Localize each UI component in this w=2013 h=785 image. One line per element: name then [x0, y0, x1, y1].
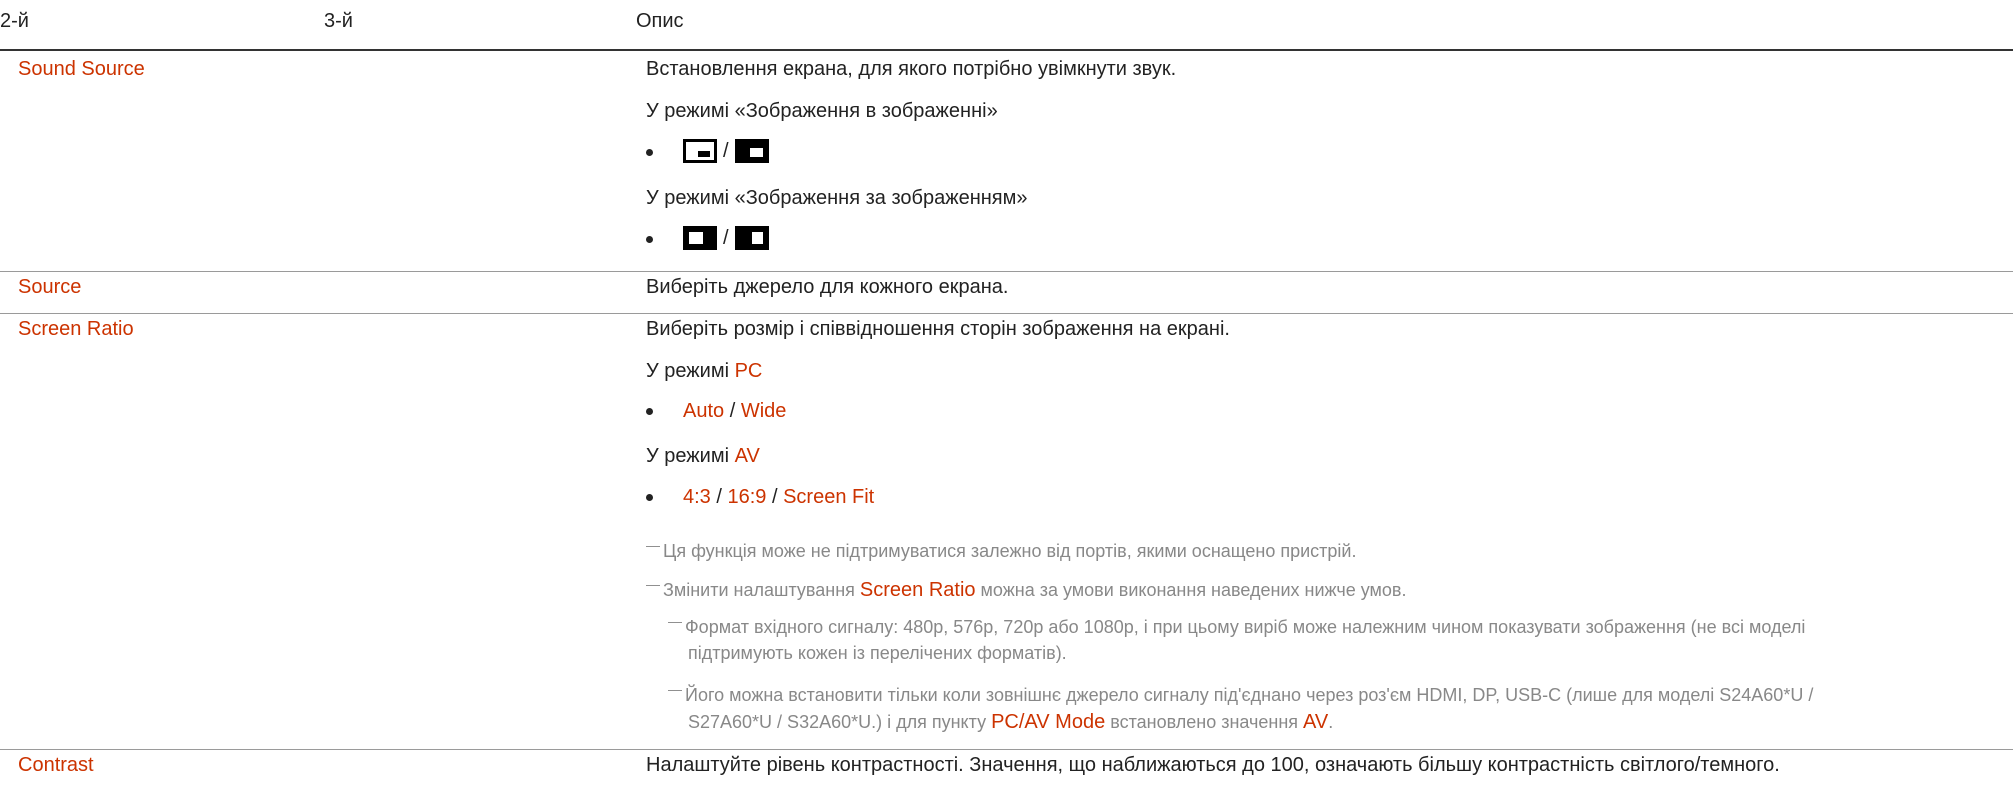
separator: / [724, 400, 741, 422]
pbp-mode-label: У режимі «Зображення за зображенням» [646, 187, 1028, 209]
subnote-text: . [1328, 712, 1334, 732]
pc-mode-name: PC [734, 360, 763, 382]
option-screen-fit: Screen Fit [783, 486, 875, 508]
av-value: AV [1303, 711, 1329, 733]
pbp-right-main-icon [734, 226, 769, 250]
row-name-source: Source [18, 276, 82, 298]
pbp-left-main-icon [683, 226, 717, 250]
note-dash-icon: — [646, 576, 660, 592]
note-port-support: — Ця функція може не підтримуватися залеж… [646, 533, 1356, 563]
row-name-screen-ratio: Screen Ratio [18, 318, 134, 340]
bullet [646, 494, 653, 501]
source-description: Виберіть джерело для кожного екрана. [646, 276, 1009, 298]
subnote-text: S27A60*U / S32A60*U.) і для пункту [688, 712, 992, 732]
subnote-input-format: — Формат вхідного сигналу: 480p, 576p, 72… [668, 609, 1805, 639]
note-dash-icon: — [668, 613, 682, 629]
subnote-external-source-cont: S27A60*U / S32A60*U.) і для пункту PC/AV… [688, 710, 1333, 734]
separator: / [766, 486, 784, 508]
separator: / [723, 139, 729, 162]
note-dash-icon: — [646, 537, 660, 553]
bullet [646, 236, 653, 243]
row-name-sound-source: Sound Source [18, 58, 145, 80]
bullet [646, 408, 653, 415]
note-change-conditions: — Змінити налаштування Screen Ratio можна… [646, 572, 1406, 602]
pc-av-mode-link: PC/AV Mode [991, 711, 1106, 733]
av-options: 4:3 / 16:9 / Screen Fit [683, 485, 874, 509]
av-mode-label: У режимі AV [646, 444, 760, 468]
pc-options: Auto / Wide [683, 399, 786, 423]
bullet [646, 149, 653, 156]
note-text: Змінити налаштування [663, 580, 860, 600]
pip-icon-group: / [683, 139, 769, 163]
separator: / [723, 226, 729, 249]
row-name-contrast: Contrast [18, 754, 94, 776]
pip-large-window-icon [734, 139, 769, 163]
note-text: Ця функція може не підтримуватися залежн… [663, 541, 1357, 561]
note-text: можна за умови виконання наведених нижче… [975, 580, 1407, 600]
pip-small-window-icon [683, 139, 717, 163]
separator: / [710, 486, 728, 508]
screen-ratio-description: Виберіть розмір і співвідношення сторін … [646, 318, 1230, 340]
subnote-input-format-cont: підтримують кожен із перелічених форматі… [688, 643, 1067, 663]
pc-mode-prefix: У режимі [646, 360, 735, 382]
subnote-text: встановлено значення [1105, 712, 1304, 732]
option-auto: Auto [683, 400, 725, 422]
header-divider [0, 49, 2013, 51]
pc-mode-label: У режимі PC [646, 359, 762, 383]
pbp-icon-group: / [683, 226, 769, 250]
pip-mode-label: У режимі «Зображення в зображенні» [646, 100, 998, 122]
note-link-screen-ratio: Screen Ratio [859, 579, 976, 601]
av-mode-prefix: У режимі [646, 445, 735, 467]
sound-source-description: Встановлення екрана, для якого потрібно … [646, 58, 1177, 80]
column-header-description: Опис [636, 10, 684, 32]
av-mode-name: AV [734, 445, 760, 467]
row-divider [0, 313, 2013, 314]
option-4-3: 4:3 [683, 486, 711, 508]
contrast-description: Налаштуйте рівень контрастності. Значенн… [646, 754, 1780, 776]
subnote-text: Його можна встановити тільки коли зовніш… [685, 685, 1814, 705]
row-divider [0, 271, 2013, 272]
note-dash-icon: — [668, 681, 682, 697]
column-header-2nd: 2-й [0, 10, 29, 32]
option-16-9: 16:9 [727, 486, 767, 508]
subnote-text: Формат вхідного сигналу: 480p, 576p, 720… [685, 617, 1806, 637]
column-header-3rd: 3-й [324, 10, 353, 32]
subnote-external-source: — Його можна встановити тільки коли зовні… [668, 677, 1813, 707]
option-wide: Wide [740, 400, 787, 422]
row-divider [0, 749, 2013, 750]
